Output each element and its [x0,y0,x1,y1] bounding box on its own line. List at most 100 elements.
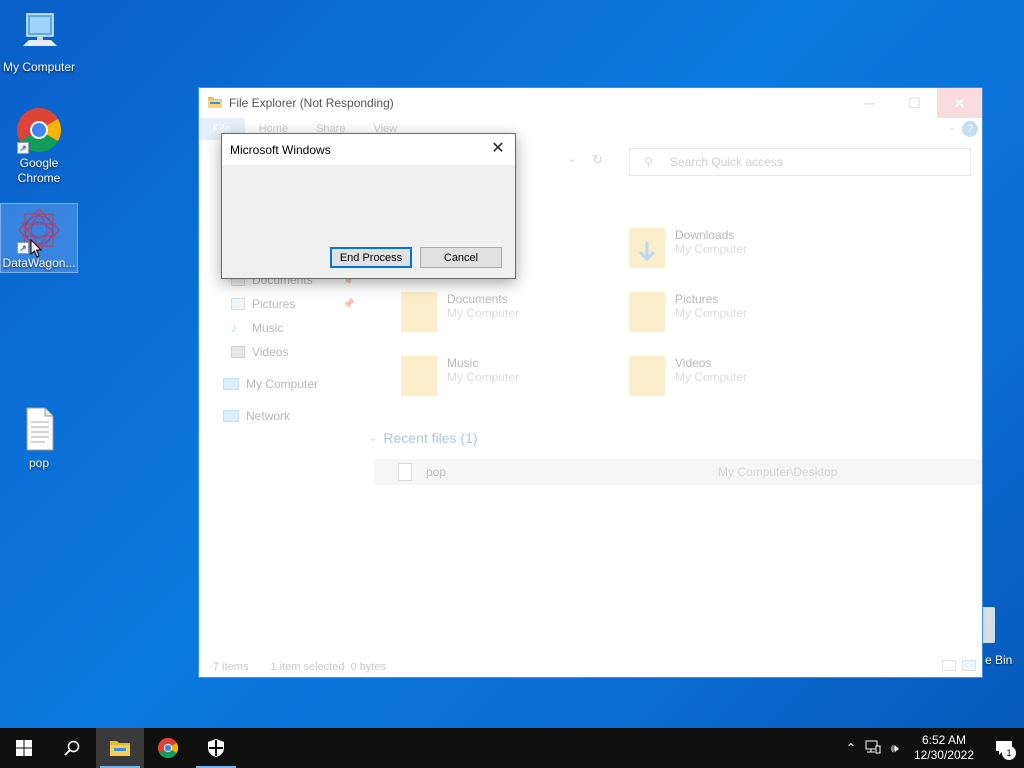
search-input[interactable]: ⚲ Search Quick access [629,148,971,176]
folder-tile-downloads[interactable]: Downloads My Computer [629,228,849,268]
status-selection: 1 item selected 0 bytes [270,661,387,673]
recycle-bin-label[interactable]: e Bin [985,653,1012,667]
nav-item-label: Pictures [252,297,296,311]
ribbon-expand-icon[interactable]: ⌄ [948,122,956,133]
refresh-icon[interactable]: ↻ [592,152,603,168]
shortcut-arrow-icon: ↗ [17,242,29,254]
recent-files-header-label: Recent files (1) [383,430,478,446]
status-item-count: 7 items [213,661,249,673]
desktop-icon-datawagon[interactable]: ↗ DataWagon... [0,203,78,273]
folder-icon [207,95,223,112]
nav-item-my-computer[interactable]: My Computer [199,372,369,396]
folder-tile-music[interactable]: Music My Computer [401,356,621,396]
music-folder-icon [401,356,437,396]
desktop-icon-my-computer[interactable]: My Computer [1,10,77,75]
action-center-button[interactable]: 1 [984,728,1024,768]
recycle-bin-icon[interactable] [983,607,995,643]
network-icon [223,410,239,422]
shortcut-arrow-icon: ↗ [17,142,29,154]
taskbar-file-explorer[interactable] [96,728,144,768]
pictures-icon [231,298,245,310]
nav-item-label: Videos [252,345,289,359]
search-button[interactable] [48,728,96,768]
dialog-title-bar[interactable]: Microsoft Windows ✕ [222,134,515,165]
large-icons-view-icon[interactable] [962,660,976,671]
recent-files-header[interactable]: ⌄ Recent files (1) [369,430,478,446]
dialog-close-button[interactable]: ✕ [489,140,507,158]
address-dropdown-icon[interactable]: ⌄ [567,152,576,165]
text-file-icon [398,463,412,481]
not-responding-dialog[interactable]: Microsoft Windows ✕ End Process Cancel [221,133,516,279]
desktop-icon-label: Google Chrome [17,156,61,185]
status-bar: 7 items 1 item selected 0 bytes [213,661,386,673]
end-process-button[interactable]: End Process [330,247,412,268]
chevron-up-icon[interactable]: ⌃ [840,741,862,755]
folder-tile-documents[interactable]: Documents My Computer [401,292,621,332]
explorer-title: File Explorer (Not Responding) [229,96,394,110]
mouse-cursor-icon [30,238,43,261]
system-tray: ⌃ 🕪 6:52 AM 12/30/2022 1 [840,728,1024,768]
videos-folder-icon [629,356,665,396]
close-icon: ✕ [491,140,505,157]
taskbar: ⌃ 🕪 6:52 AM 12/30/2022 1 [0,728,1024,768]
folder-location: My Computer [447,306,520,320]
nav-item-label: Music [252,321,284,335]
nav-item-label: My Computer [246,377,319,391]
chrome-icon: ↗ [15,106,63,154]
close-button[interactable]: ✕ [937,88,982,118]
maximize-button[interactable]: ☐ [892,88,937,118]
nav-item-pictures[interactable]: Pictures 📌 [199,292,369,316]
start-button[interactable] [0,728,48,768]
videos-icon [231,346,245,358]
recent-file-path: My Computer\Desktop [718,465,838,479]
music-icon: ♪ [231,320,238,335]
recent-file-row[interactable]: pop My Computer\Desktop [374,459,982,485]
folder-location: My Computer [675,306,748,320]
clock-time: 6:52 AM [921,733,966,747]
folder-name: Pictures [675,292,719,306]
recent-file-name: pop [426,465,447,479]
volume-icon[interactable]: 🕪 [884,741,906,756]
pin-icon: 📌 [342,298,355,310]
windows-logo-icon [16,740,32,756]
navigation-pane: Documents 📌 Pictures 📌 ♪ Music Videos My… [199,268,369,428]
help-icon[interactable]: ? [962,121,978,137]
nav-item-music[interactable]: ♪ Music [199,316,369,340]
documents-folder-icon [401,292,437,332]
desktop-icon-label: My Computer [2,60,76,74]
desktop-icon-google-chrome[interactable]: ↗ Google Chrome [1,106,77,186]
folder-tile-pictures[interactable]: Pictures My Computer [629,292,849,332]
details-view-icon[interactable] [942,660,956,671]
notification-badge: 1 [1002,746,1016,760]
folder-name: Downloads [675,228,735,242]
text-file-icon [15,406,63,454]
dialog-title: Microsoft Windows [230,142,331,157]
nav-item-label: Network [246,409,291,423]
folder-name: Documents [447,292,508,306]
taskbar-windows-security[interactable] [192,728,240,768]
nav-item-network[interactable]: Network [199,404,369,428]
folder-name: Videos [675,356,712,370]
folder-name: Music [447,356,479,370]
cancel-button[interactable]: Cancel [420,247,502,268]
folder-tile-videos[interactable]: Videos My Computer [629,356,849,396]
desktop-icon-pop[interactable]: pop [1,406,77,471]
taskbar-google-chrome[interactable] [144,728,192,768]
clock[interactable]: 6:52 AM 12/30/2022 [914,733,974,763]
shield-icon [208,739,224,757]
nav-item-videos[interactable]: Videos [199,340,369,364]
search-icon [64,740,80,756]
pictures-folder-icon [629,292,665,332]
search-icon: ⚲ [644,155,653,169]
network-icon[interactable] [862,740,884,757]
folder-location: My Computer [447,370,520,384]
chrome-icon [157,737,179,759]
clock-date: 12/30/2022 [913,748,974,762]
computer-icon [223,378,239,390]
search-placeholder: Search Quick access [670,155,783,169]
folder-location: My Computer [675,242,748,256]
folder-location: My Computer [675,370,748,384]
downloads-folder-icon [629,228,665,268]
chevron-down-icon: ⌄ [369,432,378,444]
minimize-button[interactable]: ─ [847,88,892,118]
